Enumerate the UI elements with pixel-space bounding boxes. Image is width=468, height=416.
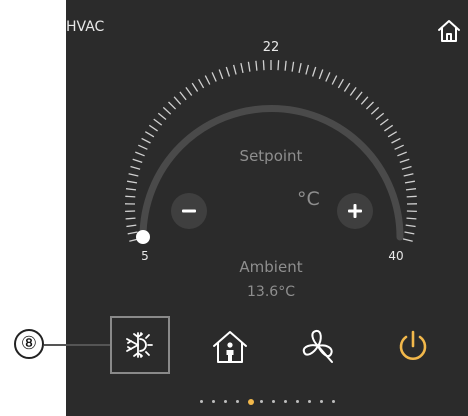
decrease-button[interactable] <box>171 193 207 229</box>
ambient-value: 13.6°C <box>247 284 295 300</box>
home-icon <box>438 20 460 42</box>
page-dot[interactable] <box>260 400 263 403</box>
page-dot[interactable] <box>200 400 203 403</box>
home-button[interactable] <box>436 18 462 44</box>
page-dot[interactable] <box>284 400 287 403</box>
page-dot[interactable] <box>272 400 275 403</box>
app-title: HVAC <box>66 19 105 35</box>
plus-icon <box>348 204 362 218</box>
snowflake-sun-icon <box>126 332 153 358</box>
page-dot[interactable] <box>320 400 323 403</box>
mode-fan-button[interactable] <box>294 322 342 370</box>
screen: HVAC 22 5 40 Setpoint °C Ambient 13.6°C <box>0 0 468 416</box>
page-dot-active[interactable] <box>248 399 254 405</box>
power-icon <box>399 330 427 360</box>
fan-icon <box>302 329 333 363</box>
setpoint-unit: °C <box>297 188 320 210</box>
callout-leader-line <box>44 344 110 346</box>
page-dot[interactable] <box>224 400 227 403</box>
scale-label-min: 5 <box>141 249 149 263</box>
setpoint-label: Setpoint <box>239 147 303 165</box>
mode-cooling-button[interactable] <box>110 316 170 374</box>
page-dot[interactable] <box>296 400 299 403</box>
mode-home-button[interactable] <box>206 322 254 370</box>
power-button[interactable] <box>389 322 437 370</box>
page-dot[interactable] <box>236 400 239 403</box>
setpoint-handle[interactable] <box>136 230 150 244</box>
increase-button[interactable] <box>337 193 373 229</box>
minus-icon <box>182 209 196 213</box>
page-indicator <box>200 398 344 406</box>
page-dot[interactable] <box>212 400 215 403</box>
page-dot[interactable] <box>332 400 335 403</box>
scale-label-max: 40 <box>388 249 404 263</box>
ambient-label: Ambient <box>239 258 303 276</box>
callout-number-badge: ⑧ <box>14 329 44 359</box>
page-dot[interactable] <box>308 400 311 403</box>
scale-label-mid: 22 <box>262 40 280 55</box>
home-person-icon <box>213 331 247 363</box>
